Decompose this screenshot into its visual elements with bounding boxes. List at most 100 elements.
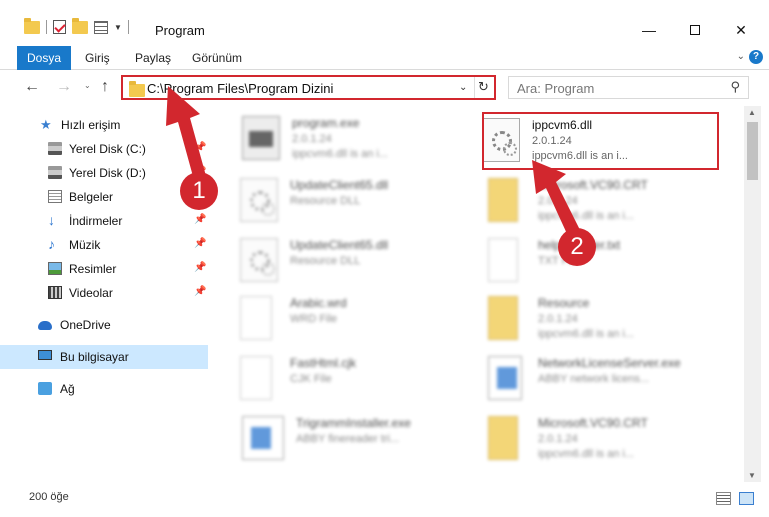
sidebar-item-this-pc[interactable]: Bu bilgisayar	[0, 345, 208, 369]
disk-icon	[48, 166, 62, 179]
pin-icon[interactable]: 📌	[194, 214, 206, 225]
sidebar-item-label: Ağ	[60, 382, 75, 396]
quick-access-toolbar: ▼	[24, 17, 129, 34]
star-icon: ★	[40, 117, 52, 132]
sidebar-item-label: Yerel Disk (C:)	[69, 142, 146, 156]
file-tile[interactable]: FastHtml.cjk CJK File	[228, 352, 468, 404]
file-tile[interactable]: Microsoft.VC90.CRT 2.0.1.24 ippcvm6.dll …	[476, 412, 716, 464]
pictures-icon	[48, 262, 62, 275]
file-tile[interactable]: Microsoft.VC90.CRT 2.0.1.24 ippcvm6.dll …	[476, 174, 716, 226]
sidebar-item-videos[interactable]: Videolar 📌	[0, 281, 208, 305]
scroll-down-icon[interactable]: ▼	[748, 471, 756, 480]
file-tile[interactable]: help_header.txt TXT File	[476, 234, 716, 286]
new-folder-icon[interactable]	[72, 17, 88, 34]
minimize-button[interactable]: —	[626, 15, 672, 45]
tab-home[interactable]: Giriş	[85, 46, 110, 70]
sidebar-item-downloads[interactable]: ↓ İndirmeler 📌	[0, 209, 208, 233]
search-input[interactable]: Ara: Program	[517, 81, 594, 96]
exe-file-icon	[488, 356, 522, 400]
tab-file[interactable]: Dosya	[17, 46, 71, 70]
disk-icon	[48, 142, 62, 155]
tiles-view-icon[interactable]	[739, 492, 754, 505]
file-tile[interactable]: program.exe 2.0.1.24 ippcvm6.dll is an i…	[230, 112, 470, 164]
file-description: ippcvm6.dll is an i...	[538, 448, 634, 460]
file-version: 2.0.1.24	[538, 313, 578, 325]
navigation-pane: ★ Hızlı erişim Yerel Disk (C:) 📌 Yerel D…	[0, 106, 208, 482]
sidebar-item-quick-access[interactable]: ★ Hızlı erişim	[0, 113, 208, 137]
file-tile[interactable]: UpdateClient65.dll Resource DLL	[228, 234, 468, 286]
sidebar-item-label: Resimler	[69, 262, 117, 276]
file-description: ippcvm6.dll is an i...	[538, 210, 634, 222]
sidebar-item-documents[interactable]: Belgeler 📌	[0, 185, 208, 209]
toolbar-dropdown-icon[interactable]: ▼	[114, 23, 122, 32]
cloud-icon	[38, 321, 52, 330]
file-name: FastHtml.cjk	[290, 356, 356, 370]
search-box[interactable]: Ara: Program ⚲	[508, 76, 749, 99]
file-name: Microsoft.VC90.CRT	[538, 178, 648, 192]
customize-icon[interactable]	[94, 20, 108, 34]
back-button[interactable]: ←	[24, 78, 40, 96]
file-description: ippcvm6.dll is an i...	[538, 328, 634, 340]
file-name: program.exe	[292, 116, 360, 130]
ribbon-tabs: Dosya Giriş Paylaş Görünüm ⌄ ?	[0, 46, 769, 70]
sidebar-item-label: Bu bilgisayar	[60, 350, 129, 364]
folder-zip-icon	[488, 416, 518, 460]
network-icon	[38, 382, 52, 395]
maximize-button[interactable]	[672, 15, 718, 45]
file-version: CJK File	[290, 373, 332, 385]
refresh-icon[interactable]: ↻	[478, 79, 489, 95]
recent-locations-icon[interactable]: ⌄	[84, 81, 91, 90]
file-tile[interactable]: Resource 2.0.1.24 ippcvm6.dll is an i...	[476, 292, 716, 344]
address-path[interactable]: C:\Program Files\Program Dizini	[147, 81, 333, 96]
folder-zip-icon	[488, 296, 518, 340]
file-name: UpdateClient65.dll	[290, 178, 389, 192]
scroll-up-icon[interactable]: ▲	[748, 108, 756, 117]
address-bar[interactable]: C:\Program Files\Program Dizini ⌄ ↻	[121, 75, 496, 100]
file-version: WRD File	[290, 313, 338, 325]
status-bar: 200 öğe	[0, 484, 769, 517]
sidebar-item-onedrive[interactable]: OneDrive	[0, 313, 208, 337]
file-version: 2.0.1.24	[538, 195, 578, 207]
scroll-thumb[interactable]	[747, 122, 758, 180]
pin-icon[interactable]: 📌	[194, 142, 206, 153]
pin-icon[interactable]: 📌	[194, 286, 206, 297]
tab-share[interactable]: Paylaş	[135, 46, 171, 70]
close-button[interactable]: ✕	[718, 15, 764, 45]
pin-icon[interactable]: 📌	[194, 238, 206, 249]
file-tile[interactable]: NetworkLicenseServer.exe ABBY network li…	[476, 352, 716, 404]
vertical-scrollbar[interactable]: ▲ ▼	[744, 106, 761, 482]
address-dropdown-icon[interactable]: ⌄	[459, 82, 467, 93]
file-description: ippcvm6.dll is an i...	[292, 148, 388, 160]
tab-view[interactable]: Görünüm	[192, 46, 242, 70]
properties-check-icon[interactable]	[53, 20, 66, 34]
search-icon[interactable]: ⚲	[730, 79, 740, 95]
up-button[interactable]: ↑	[101, 78, 109, 96]
sidebar-item-pictures[interactable]: Resimler 📌	[0, 257, 208, 281]
folder-icon	[24, 17, 40, 34]
details-view-icon[interactable]	[716, 492, 731, 505]
file-version: Resource DLL	[290, 255, 361, 267]
sidebar-item-music[interactable]: ♪ Müzik 📌	[0, 233, 208, 257]
sidebar-item-disk-d[interactable]: Yerel Disk (D:) 📌	[0, 161, 208, 185]
sidebar-item-network[interactable]: Ağ	[0, 377, 208, 401]
sidebar-item-disk-c[interactable]: Yerel Disk (C:) 📌	[0, 137, 208, 161]
document-icon	[240, 356, 272, 400]
file-version: ABBY network licens...	[538, 373, 650, 385]
forward-button[interactable]: →	[56, 78, 72, 96]
exe-file-icon	[242, 416, 284, 460]
file-name: UpdateClient65.dll	[290, 238, 389, 252]
help-icon[interactable]: ?	[749, 50, 763, 64]
sidebar-item-label: Belgeler	[69, 190, 114, 204]
file-name: TrigrammInstaller.exe	[296, 416, 411, 430]
documents-icon	[48, 190, 62, 203]
file-tile[interactable]: Arabic.wrd WRD File	[228, 292, 468, 344]
file-tile[interactable]: UpdateClient65.dll Resource DLL	[228, 174, 468, 226]
maximize-icon	[690, 25, 700, 35]
ribbon-expand-icon[interactable]: ⌄	[737, 51, 745, 62]
exe-file-icon	[242, 116, 280, 160]
computer-icon	[38, 350, 52, 360]
file-tile[interactable]: TrigrammInstaller.exe ABBY finereader tr…	[230, 412, 470, 464]
folder-zip-icon	[488, 178, 518, 222]
file-version: ABBY finereader tri...	[296, 433, 400, 445]
pin-icon[interactable]: 📌	[194, 262, 206, 273]
